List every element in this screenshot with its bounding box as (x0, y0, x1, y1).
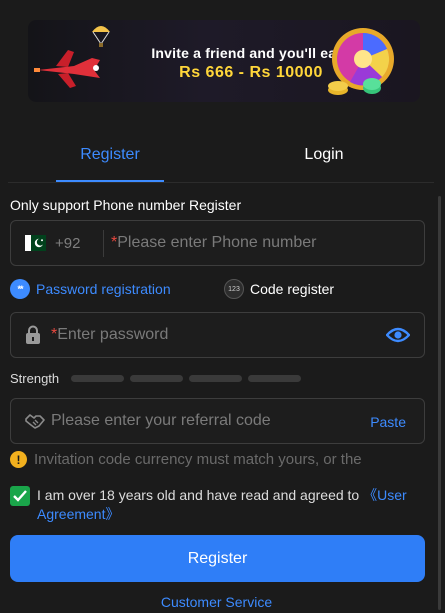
handshake-icon (25, 414, 45, 429)
register-method-label: Only support Phone number Register (10, 197, 242, 213)
paste-button[interactable]: Paste (370, 414, 406, 430)
phone-placeholder-text: Please enter Phone number (117, 234, 317, 251)
strength-segment (130, 375, 183, 382)
password-registration-option[interactable]: ** Password registration (10, 278, 171, 300)
password-placeholder-text: Enter password (57, 326, 169, 343)
phone-input-placeholder[interactable]: *Please enter Phone number (111, 234, 316, 252)
dial-code[interactable]: +92 (55, 235, 80, 252)
password-field[interactable]: *Enter password (10, 312, 425, 358)
parachute-icon (92, 26, 110, 47)
warning-icon: ! (10, 451, 27, 468)
register-button[interactable]: Register (10, 535, 425, 582)
code-register-label: Code register (250, 281, 335, 297)
promo-banner[interactable]: Invite a friend and you'll earn Rs 666 -… (28, 20, 420, 102)
strength-segment (248, 375, 301, 382)
tab-register[interactable]: Register (56, 140, 164, 182)
agreement-statement: I am over 18 years old and have read and… (37, 487, 364, 503)
customer-service-link[interactable]: Customer Service (0, 594, 433, 610)
field-divider (103, 230, 104, 257)
tab-login[interactable]: Login (270, 140, 378, 182)
password-registration-label: Password registration (36, 281, 171, 297)
currency-notice: ! Invitation code currency must match yo… (10, 451, 362, 468)
plane-icon (34, 50, 100, 88)
strength-segment (71, 375, 124, 382)
agreement-checkbox[interactable] (10, 486, 30, 506)
referral-placeholder-text[interactable]: Please enter your referral code (51, 412, 271, 430)
pakistan-flag-icon (25, 235, 46, 251)
strength-label: Strength (10, 371, 60, 386)
lock-icon (26, 325, 40, 344)
coins-icon (328, 78, 381, 95)
code-register-option[interactable]: 123 Code register (224, 278, 334, 300)
scrollbar[interactable] (438, 196, 441, 610)
code-mode-icon: 123 (224, 279, 244, 299)
strength-segment (189, 375, 242, 382)
checkmark-icon (13, 490, 27, 502)
phone-field[interactable]: +92 *Please enter Phone number (10, 220, 425, 266)
password-input-placeholder[interactable]: *Enter password (51, 326, 168, 344)
eye-icon[interactable] (386, 326, 410, 344)
password-mode-icon: ** (10, 279, 30, 299)
referral-field[interactable]: Please enter your referral code Paste (10, 398, 425, 444)
auth-tabs: Register Login (8, 140, 434, 183)
agreement-text: I am over 18 years old and have read and… (37, 486, 427, 524)
currency-notice-text: Invitation code currency must match your… (34, 451, 362, 468)
